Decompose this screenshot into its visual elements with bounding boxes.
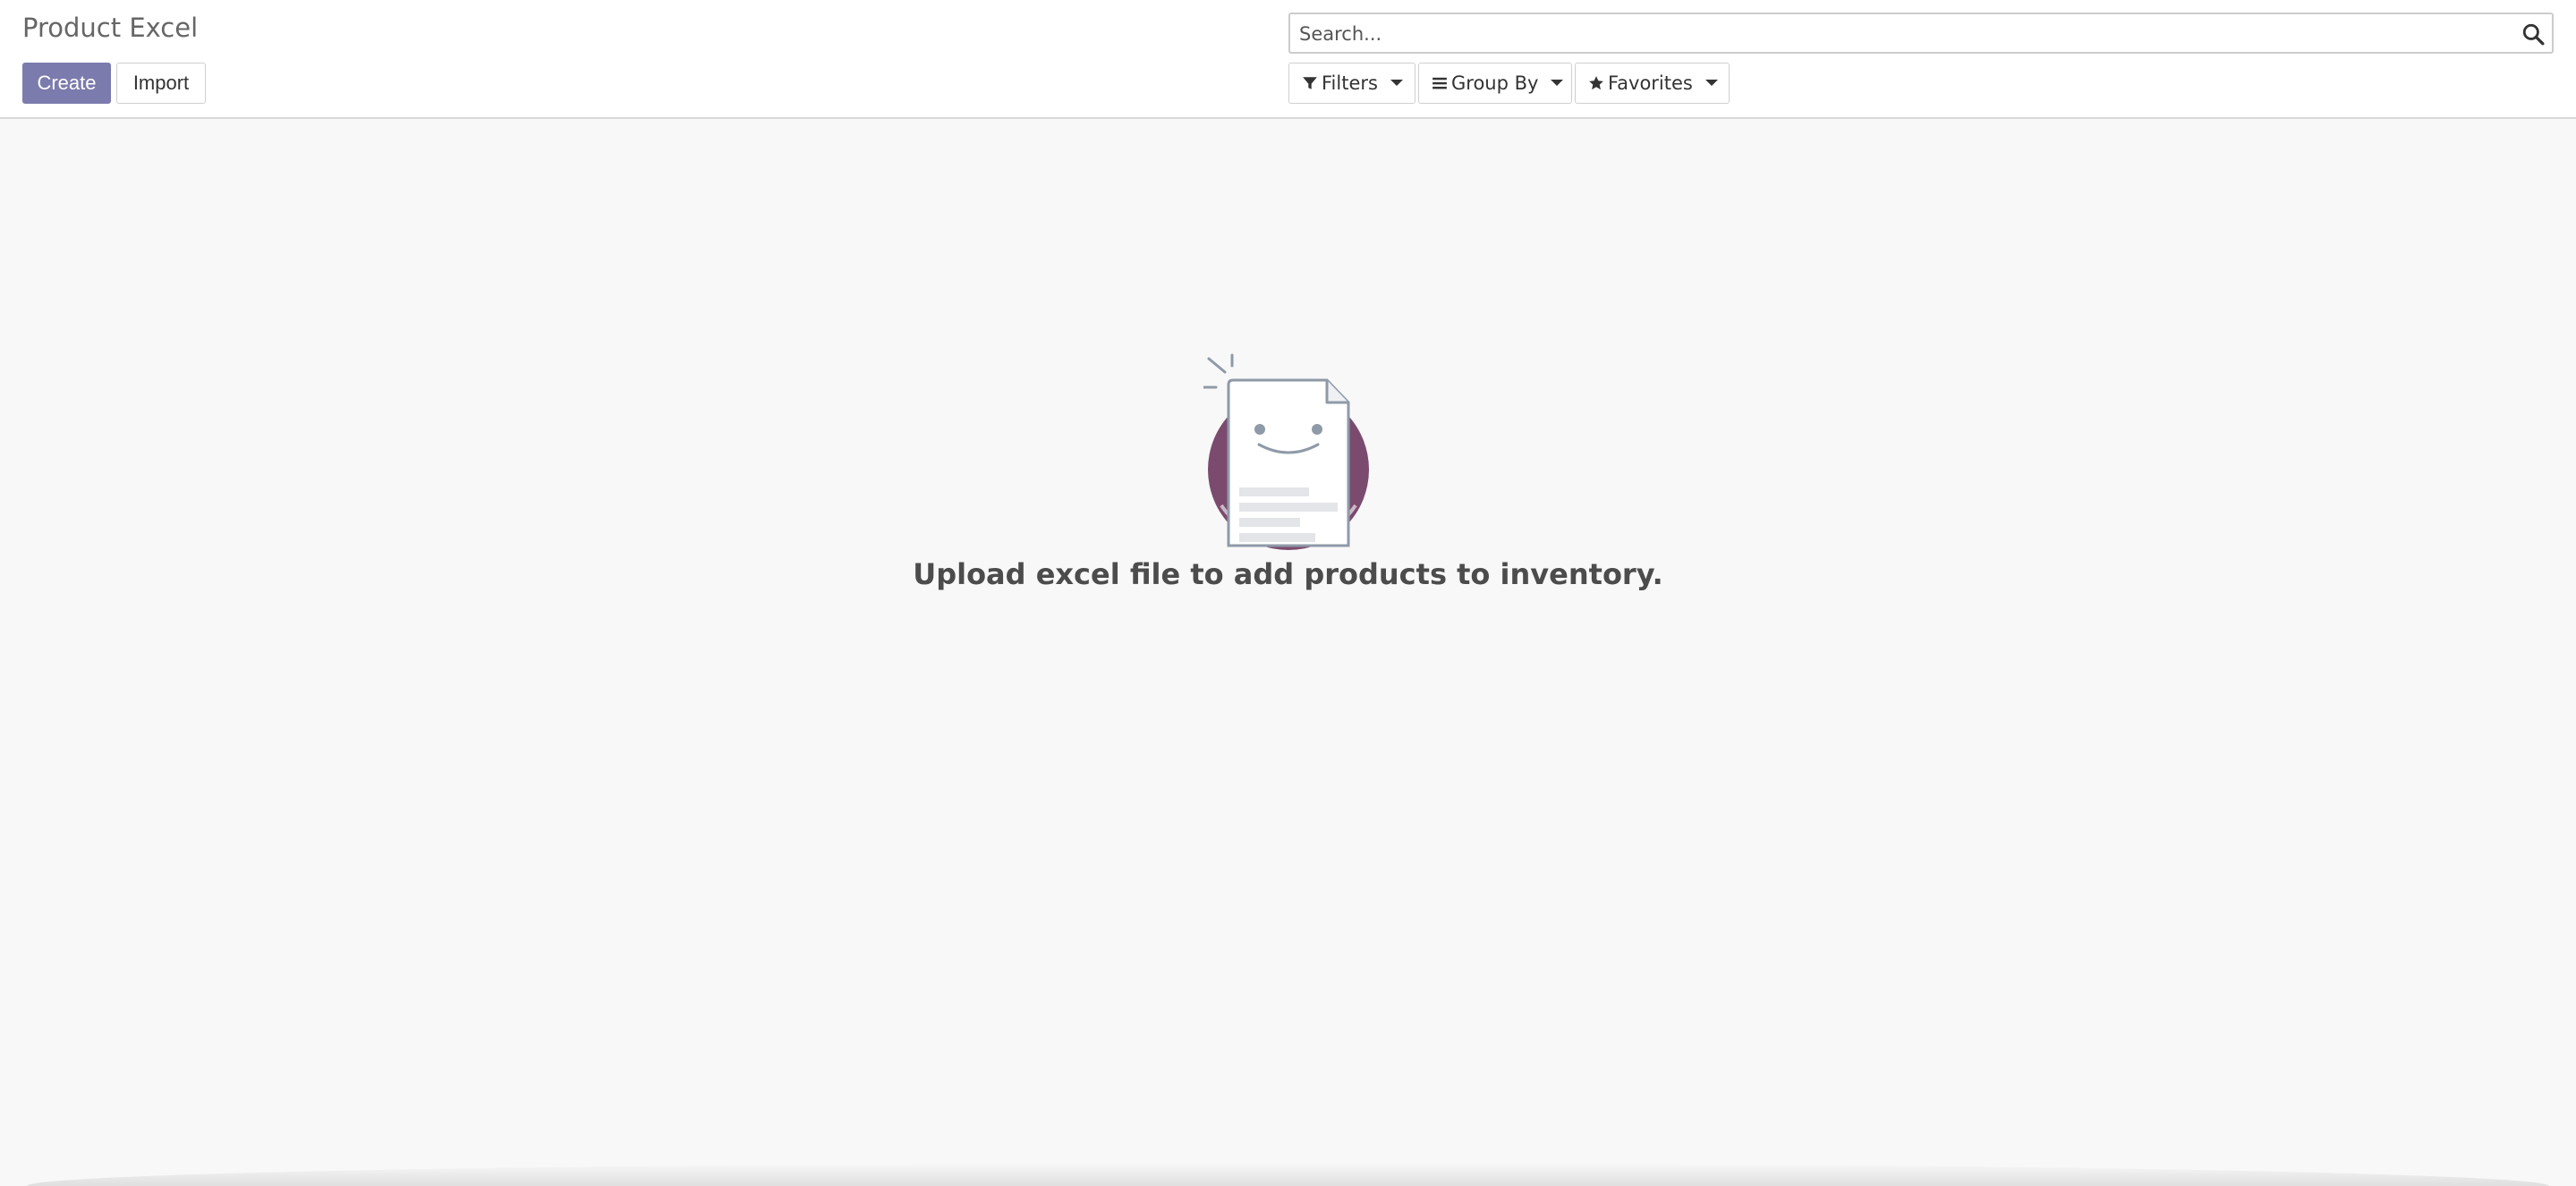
smiling-document-icon (1203, 353, 1369, 550)
create-button[interactable]: Create (22, 63, 111, 104)
chevron-down-icon (1705, 80, 1718, 86)
control-panel: Product Excel Create Import Filters Grou… (0, 0, 2576, 119)
chevron-down-icon (1551, 80, 1564, 86)
favorites-dropdown-button[interactable]: Favorites (1575, 63, 1730, 104)
empty-state-message: Upload excel file to add products to inv… (913, 557, 1663, 591)
filters-label: Filters (1322, 72, 1378, 94)
main-content (0, 119, 2576, 1186)
search-icon[interactable] (2521, 22, 2545, 46)
list-icon (1433, 77, 1447, 89)
import-button[interactable]: Import (116, 63, 206, 104)
groupby-label: Group By (1451, 72, 1539, 94)
star-icon (1589, 76, 1603, 90)
search-input[interactable] (1297, 14, 2500, 54)
groupby-dropdown-button[interactable]: Group By (1418, 63, 1572, 104)
filters-dropdown-button[interactable]: Filters (1288, 63, 1416, 104)
favorites-label: Favorites (1608, 72, 1693, 94)
page-title: Product Excel (22, 13, 199, 43)
filter-icon (1303, 77, 1317, 89)
search-box (1288, 13, 2554, 54)
chevron-down-icon (1390, 80, 1403, 86)
